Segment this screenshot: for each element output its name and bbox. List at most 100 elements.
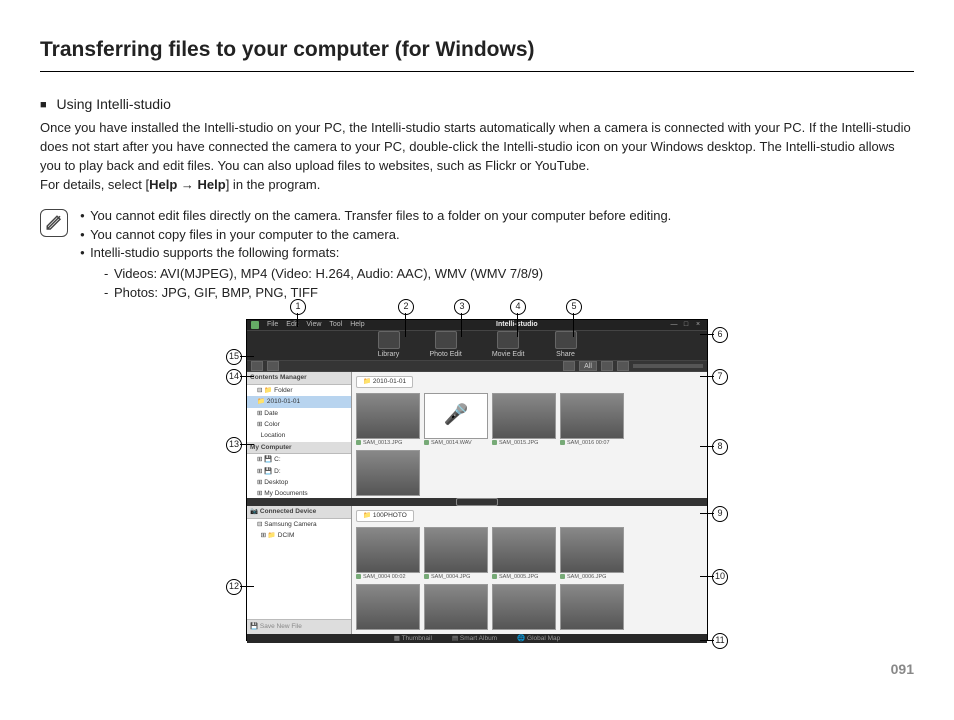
note-item: Intelli-studio supports the following fo… [80,244,671,303]
arrow-icon: → [181,177,194,192]
movie-edit-button[interactable]: Movie Edit [492,331,525,360]
main-toolbar: Library Photo Edit Movie Edit Share [247,331,707,361]
back-button[interactable] [251,361,263,371]
thumbnail-tab[interactable]: ▦ Thumbnail [394,634,432,643]
photo-edit-icon [435,331,457,349]
thumbnail-item[interactable] [560,584,622,630]
callout-8: 8 [712,439,728,455]
smart-album-tab[interactable]: ▤ Smart Album [452,634,497,643]
help-menu-b: Help [198,177,226,192]
view-mode-1-icon[interactable] [601,361,613,371]
callout-4: 4 [510,299,526,315]
device-node[interactable]: ⊟ Samsung Camera [247,519,351,530]
menu-view[interactable]: View [306,320,321,330]
device-breadcrumb[interactable]: 📁 100PHOTO [356,510,414,521]
folder-node[interactable]: ⊟ 📁 Folder [247,385,351,396]
thumbnail-item[interactable]: 🎤SAM_0014.WAV [424,393,486,448]
filter-star-icon[interactable] [563,361,575,371]
color-node[interactable]: ⊞ Color [247,419,351,430]
note-item: You cannot copy files in your computer t… [80,226,671,245]
breadcrumb[interactable]: 📁 2010-01-01 [356,376,413,387]
thumbnail-item[interactable]: SAM_0015.JPG [492,393,554,448]
nav-bar: All [247,361,707,372]
app-window: File Edit View Tool Help Intelli-studio … [246,319,708,641]
app-icon [251,321,259,329]
help-menu-a: Help [149,177,177,192]
section-title-text: Using Intelli-studio [57,96,171,112]
contents-manager-header: Contents Manager [247,372,351,384]
lower-pane: 📷 Connected Device ⊟ Samsung Camera ⊞ 📁 … [247,506,707,633]
callout-5: 5 [566,299,582,315]
mic-icon: 🎤 [444,401,469,430]
callout-10: 10 [712,569,728,585]
format-item: Videos: AVI(MJPEG), MP4 (Video: H.264, A… [104,265,671,284]
menu-tool[interactable]: Tool [329,320,342,330]
connected-device-header: 📷 Connected Device [247,506,351,518]
titlebar: File Edit View Tool Help Intelli-studio … [247,320,707,331]
menu-help[interactable]: Help [350,320,364,330]
photo-edit-button[interactable]: Photo Edit [430,331,462,360]
contents-manager-sidebar: Contents Manager ⊟ 📁 Folder 📁 2010-01-01… [247,372,352,498]
callout-1: 1 [290,299,306,315]
thumbnail-item[interactable]: SAM_0013.JPG [356,393,418,448]
menu-file[interactable]: File [267,320,278,330]
thumbnail-item[interactable]: SAM_0005.JPG [492,527,554,582]
filter-all-button[interactable]: All [579,361,597,371]
my-computer-header: My Computer [247,442,351,454]
app-figure: 1 2 3 4 5 6 7 8 9 10 11 12 13 14 15 File… [232,319,722,641]
upper-pane: Contents Manager ⊟ 📁 Folder 📁 2010-01-01… [247,372,707,498]
documents-node[interactable]: ⊞ My Documents [247,488,351,498]
folder-selected[interactable]: 📁 2010-01-01 [247,396,351,407]
callout-3: 3 [454,299,470,315]
callout-7: 7 [712,369,728,385]
device-thumbnails-pane: 📁 100PHOTO SAM_0004 00:02 SAM_0004.JPG S… [352,506,707,633]
callout-2: 2 [398,299,414,315]
note-block: You cannot edit files directly on the ca… [40,207,914,305]
thumbnails-pane: 📁 2010-01-01 SAM_0013.JPG 🎤SAM_0014.WAV … [352,372,707,498]
thumbnail-item[interactable]: SAM_0016 00:07 [560,393,622,448]
movie-edit-icon [497,331,519,349]
drive-c[interactable]: ⊞ 💾 C: [247,454,351,465]
callout-13: 13 [226,437,242,453]
help-line-suffix: ] in the program. [226,177,321,192]
callout-15: 15 [226,349,242,365]
date-node[interactable]: ⊞ Date [247,408,351,419]
thumbnail-item[interactable]: SAM_0006.JPG [560,527,622,582]
callout-14: 14 [226,369,242,385]
callout-9: 9 [712,506,728,522]
thumbnail-item[interactable] [492,584,554,630]
library-icon [378,331,400,349]
callout-6: 6 [712,327,728,343]
close-icon[interactable]: × [693,320,703,330]
page-title: Transferring files to your computer (for… [40,35,914,72]
minimize-icon[interactable]: — [669,320,679,330]
dcim-node[interactable]: ⊞ 📁 DCIM [247,530,351,541]
pane-divider[interactable] [247,498,707,506]
zoom-slider[interactable] [633,364,703,368]
format-item: Photos: JPG, GIF, BMP, PNG, TIFF [104,284,671,303]
global-map-tab[interactable]: 🌐 Global Map [517,634,560,643]
thumbnail-item[interactable] [356,450,418,496]
divider-handle-icon [456,498,498,506]
thumbnail-item[interactable]: SAM_0004 00:02 [356,527,418,582]
maximize-icon[interactable]: □ [681,320,691,330]
thumbnail-item[interactable] [356,584,418,630]
drive-d[interactable]: ⊞ 💾 D: [247,466,351,477]
connected-device-sidebar: 📷 Connected Device ⊟ Samsung Camera ⊞ 📁 … [247,506,352,633]
library-button[interactable]: Library [378,331,400,360]
desktop-node[interactable]: ⊞ Desktop [247,477,351,488]
note-list: You cannot edit files directly on the ca… [80,207,671,305]
save-new-file-button[interactable]: 💾 Save New File [247,619,351,633]
bottom-view-tabs: ▦ Thumbnail ▤ Smart Album 🌐 Global Map [247,634,707,643]
forward-button[interactable] [267,361,279,371]
thumbnail-item[interactable]: SAM_0004.JPG [424,527,486,582]
view-mode-2-icon[interactable] [617,361,629,371]
intro-paragraph: Once you have installed the Intelli-stud… [40,119,914,194]
formats-list: Videos: AVI(MJPEG), MP4 (Video: H.264, A… [80,265,671,303]
help-line-prefix: For details, select [ [40,177,149,192]
callout-12: 12 [226,579,242,595]
intro-text: Once you have installed the Intelli-stud… [40,120,911,173]
location-node[interactable]: Location [247,430,351,441]
thumbnail-item[interactable] [424,584,486,630]
note-icon [40,209,68,237]
